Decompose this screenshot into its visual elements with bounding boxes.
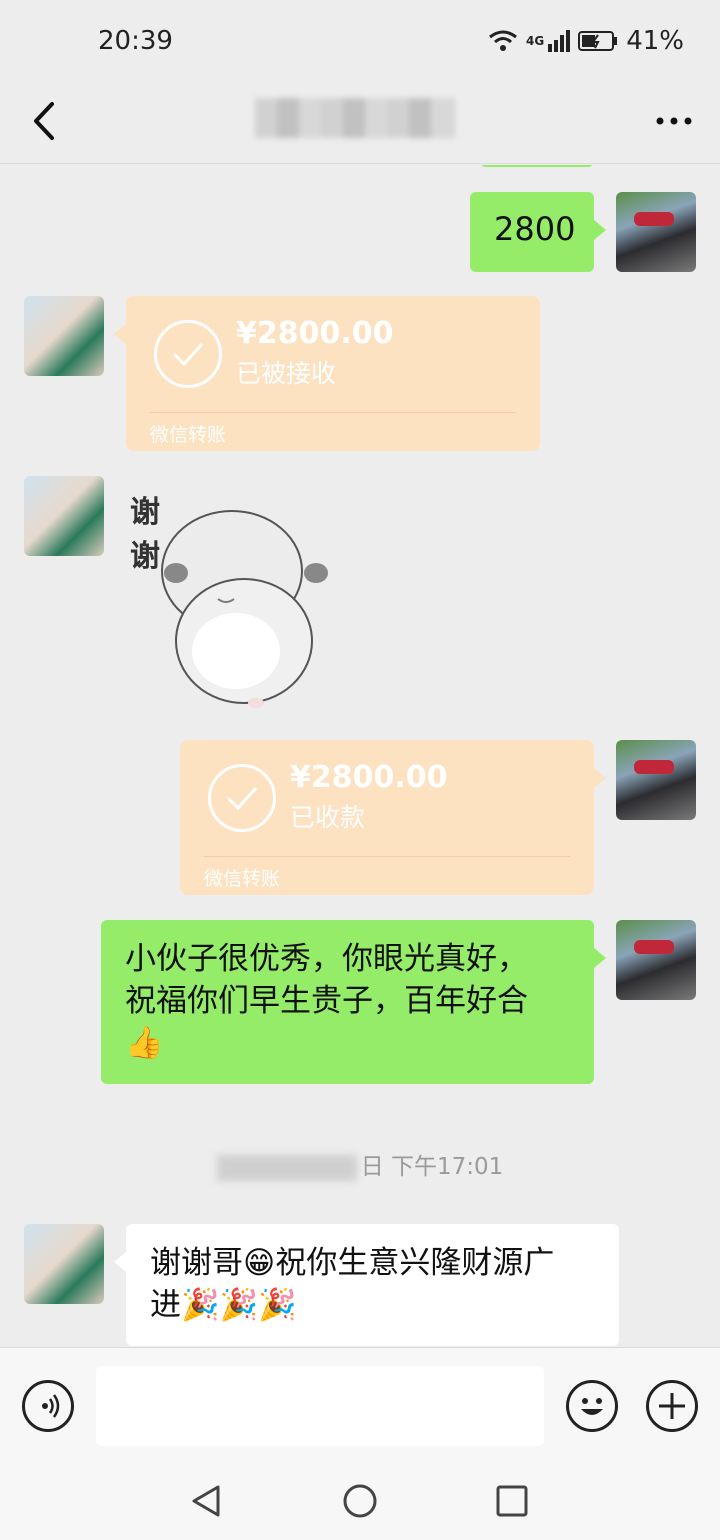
friend-avatar[interactable] bbox=[24, 476, 104, 556]
cropped-bubble bbox=[480, 165, 594, 167]
transfer-divider bbox=[150, 412, 516, 413]
self-avatar[interactable] bbox=[616, 740, 696, 820]
transfer-card[interactable]: ¥2800.00 已被接收 微信转账 bbox=[114, 296, 540, 451]
chevron-left-icon[interactable] bbox=[26, 96, 66, 146]
wifi-icon bbox=[489, 30, 517, 51]
transfer-status: 已收款 bbox=[290, 803, 366, 832]
self-avatar[interactable] bbox=[616, 920, 696, 1000]
message-list[interactable]: 2800 ¥2800.00 已被接收 微信转账 谢谢 ¥2800.00 已收款 bbox=[0, 165, 720, 1347]
status-icons: 4G 41% bbox=[488, 26, 684, 56]
check-circle-icon bbox=[154, 320, 222, 388]
message-bubble-friend[interactable]: 谢谢哥😁祝你生意兴隆财源广 进🎉🎉🎉 bbox=[114, 1224, 619, 1346]
check-circle-icon bbox=[208, 764, 276, 832]
signal-icon bbox=[548, 30, 571, 52]
chat-title-blurred bbox=[255, 98, 455, 138]
status-time: 20:39 bbox=[98, 26, 173, 56]
more-dots-icon[interactable] bbox=[654, 106, 694, 136]
message-timestamp: 日 下午17:01 bbox=[0, 1147, 720, 1181]
voice-input-icon[interactable] bbox=[22, 1380, 74, 1432]
transfer-amount: ¥2800.00 bbox=[236, 316, 394, 351]
friend-avatar[interactable] bbox=[24, 296, 104, 376]
message-input[interactable] bbox=[96, 1366, 544, 1446]
message-bubble-self[interactable]: 小伙子很优秀，你眼光真好， 祝福你们早生贵子，百年好合 👍 bbox=[101, 920, 606, 1084]
hamster-icon bbox=[161, 510, 328, 708]
thank-you-sticker[interactable]: 谢谢 bbox=[126, 481, 336, 711]
battery-charging-icon bbox=[578, 31, 618, 51]
message-bubble-self[interactable]: 2800 bbox=[470, 192, 606, 272]
timestamp-blurred bbox=[216, 1154, 357, 1181]
nav-back-icon[interactable] bbox=[188, 1483, 224, 1519]
message-text-line: 进🎉🎉🎉 bbox=[150, 1287, 297, 1323]
thumbs-up-emoji: 👍 bbox=[125, 1025, 164, 1061]
emoji-icon[interactable] bbox=[566, 1380, 618, 1432]
message-text-line: 祝福你们早生贵子，百年好合 bbox=[125, 983, 528, 1019]
transfer-divider bbox=[204, 856, 570, 857]
transfer-footer: 微信转账 bbox=[150, 424, 227, 446]
input-toolbar bbox=[0, 1347, 720, 1463]
transfer-status: 已被接收 bbox=[236, 359, 337, 388]
message-text-line: 谢谢哥😁祝你生意兴隆财源广 bbox=[150, 1245, 555, 1281]
friend-avatar[interactable] bbox=[24, 1224, 104, 1304]
timestamp-text: 日 下午17:01 bbox=[360, 1154, 504, 1180]
transfer-card[interactable]: ¥2800.00 已收款 微信转账 bbox=[180, 740, 606, 895]
plus-icon[interactable] bbox=[646, 1380, 698, 1432]
nav-recents-icon[interactable] bbox=[494, 1483, 530, 1519]
transfer-footer: 微信转账 bbox=[204, 868, 281, 890]
self-avatar[interactable] bbox=[616, 192, 696, 272]
message-text-line: 小伙子很优秀，你眼光真好， bbox=[125, 941, 528, 977]
transfer-amount: ¥2800.00 bbox=[290, 760, 448, 795]
battery-percent: 41% bbox=[626, 26, 684, 56]
chat-header bbox=[0, 84, 720, 164]
nav-home-icon[interactable] bbox=[342, 1483, 378, 1519]
system-nav-bar bbox=[0, 1463, 720, 1540]
network-type-label: 4G bbox=[526, 34, 545, 48]
message-text: 2800 bbox=[494, 210, 576, 248]
status-bar: 20:39 4G 41% bbox=[0, 0, 720, 84]
